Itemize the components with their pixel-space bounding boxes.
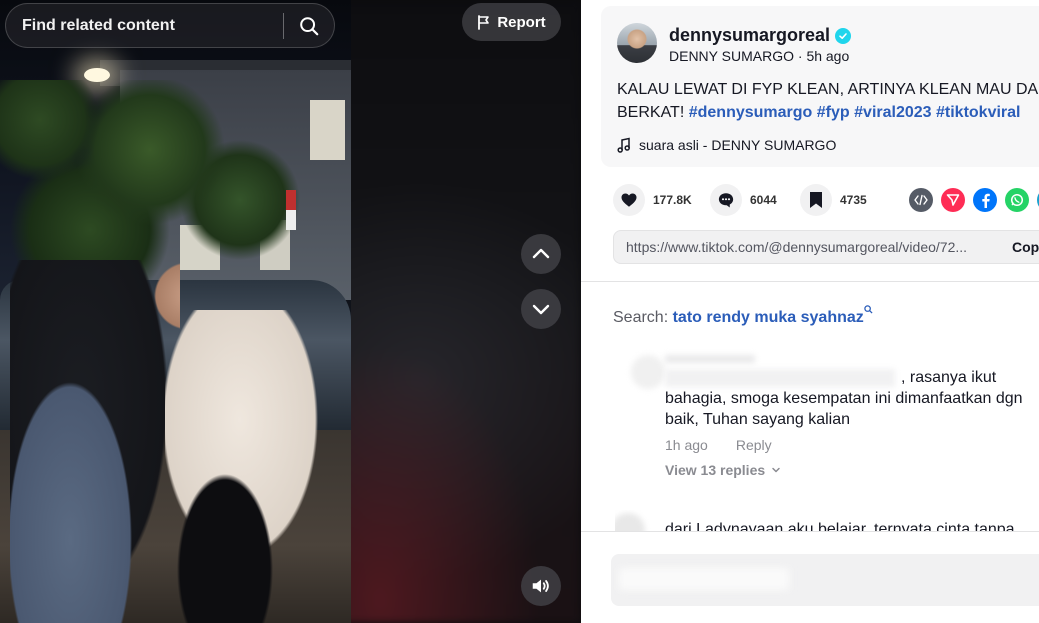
section-divider: [581, 281, 1039, 282]
music-link[interactable]: suara asli - DENNY SUMARGO: [617, 137, 836, 153]
report-button[interactable]: Report: [462, 3, 561, 41]
verified-badge-icon: [835, 27, 852, 44]
comment-icon: [710, 184, 742, 216]
embed-share-button[interactable]: [909, 188, 933, 212]
related-search-suggestion[interactable]: Search: tato rendy muka syahnaz: [613, 305, 873, 327]
post-time: 5h ago: [806, 48, 850, 64]
caption-line-1: KALAU LEWAT DI FYP KLEAN, ARTINYA KLEAN …: [617, 81, 1039, 98]
hashtag-link[interactable]: #fyp: [817, 104, 850, 121]
whatsapp-icon: [1010, 193, 1024, 207]
volume-icon: [532, 579, 549, 593]
related-search-bar[interactable]: Find related content: [5, 3, 335, 48]
video-person-woman: [165, 310, 351, 623]
post-info-card: dennysumargoreal DENNY SUMARGO · 5h ago …: [601, 6, 1039, 167]
send-icon: [946, 194, 960, 206]
comment-button[interactable]: 6044: [710, 184, 777, 216]
comment-meta: 1h ago Reply: [665, 437, 772, 453]
copy-link-box: https://www.tiktok.com/@dennysumargoreal…: [613, 230, 1039, 264]
like-count: 177.8K: [653, 193, 692, 207]
chevron-down-icon: [532, 304, 550, 315]
hashtag-link[interactable]: #tiktokviral: [936, 104, 1020, 121]
comment-composer: [581, 531, 1039, 623]
hashtag-link[interactable]: #dennysumargo: [689, 104, 813, 121]
caption-text: BERKAT!: [617, 104, 685, 121]
author-username[interactable]: dennysumargoreal: [669, 25, 852, 46]
username-text[interactable]: dennysumargoreal: [669, 25, 830, 46]
hashtag-link[interactable]: #viral2023: [854, 104, 931, 121]
search-small-icon: [864, 305, 873, 314]
whatsapp-share-button[interactable]: [1005, 188, 1029, 212]
comment-count: 6044: [750, 193, 777, 207]
action-bar: 177.8K 6044 4735: [613, 184, 1039, 216]
favorite-count: 4735: [840, 193, 867, 207]
music-note-icon: [617, 137, 630, 153]
code-embed-icon: [914, 194, 928, 206]
author-display-name: DENNY SUMARGO: [669, 48, 794, 64]
comment-item: dari Ladynayaan aku belajar, ternyata ci…: [615, 510, 1039, 532]
video-url-field[interactable]: https://www.tiktok.com/@dennysumargoreal…: [614, 239, 1012, 255]
music-title[interactable]: suara asli - DENNY SUMARGO: [639, 137, 836, 153]
comment-username-redacted: [665, 355, 755, 363]
facebook-share-button[interactable]: [973, 188, 997, 212]
details-panel: dennysumargoreal DENNY SUMARGO · 5h ago …: [581, 0, 1039, 623]
author-subline: DENNY SUMARGO · 5h ago: [669, 48, 849, 64]
reply-button[interactable]: Reply: [736, 437, 772, 453]
comment-line-2: bahagia, smoga kesempatan ini dimanfaatk…: [665, 390, 1023, 407]
caption-line-2: BERKAT! #dennysumargo #fyp #viral2023 #t…: [617, 101, 1039, 124]
comment-input[interactable]: [611, 554, 1039, 606]
comment-avatar[interactable]: [631, 355, 665, 389]
comment-avatar[interactable]: [615, 513, 645, 532]
related-search-label: Search:: [613, 309, 669, 326]
like-button[interactable]: 177.8K: [613, 184, 692, 216]
heart-icon: [613, 184, 645, 216]
flag-icon: [478, 14, 490, 30]
bookmark-icon: [800, 184, 832, 216]
video-window: [310, 100, 345, 160]
view-replies-button[interactable]: View 13 replies: [665, 462, 781, 478]
video-stage: Find related content Report: [0, 0, 581, 623]
report-label: Report: [497, 13, 546, 31]
video-person-man: [10, 260, 180, 623]
view-replies-label[interactable]: View 13 replies: [665, 462, 765, 478]
related-search-keyword[interactable]: tato rendy muka syahnaz: [673, 309, 864, 326]
search-input[interactable]: Find related content: [6, 17, 283, 35]
copy-link-button[interactable]: Copy link: [1012, 239, 1039, 255]
chevron-up-icon: [532, 248, 550, 259]
video-flag: [286, 190, 296, 230]
previous-video-button[interactable]: [521, 234, 561, 274]
facebook-icon: [982, 193, 990, 208]
comment-input-placeholder-redacted: [619, 568, 789, 590]
chevron-down-icon: [772, 467, 780, 473]
send-to-friends-button[interactable]: [941, 188, 965, 212]
avatar[interactable]: [617, 23, 657, 63]
comment-line-3: baik, Tuhan sayang kalian: [665, 411, 851, 428]
search-button[interactable]: [284, 3, 334, 48]
favorite-button[interactable]: 4735: [800, 184, 867, 216]
comment-text: , rasanya ikut bahagia, smoga kesempatan…: [665, 367, 1039, 430]
next-video-button[interactable]: [521, 289, 561, 329]
search-icon: [300, 16, 319, 35]
post-caption: KALAU LEWAT DI FYP KLEAN, ARTINYA KLEAN …: [617, 78, 1039, 124]
comment-time: 1h ago: [665, 437, 708, 453]
comment-line-1: , rasanya ikut: [901, 369, 997, 386]
video-player[interactable]: [0, 0, 351, 623]
volume-button[interactable]: [521, 566, 561, 606]
